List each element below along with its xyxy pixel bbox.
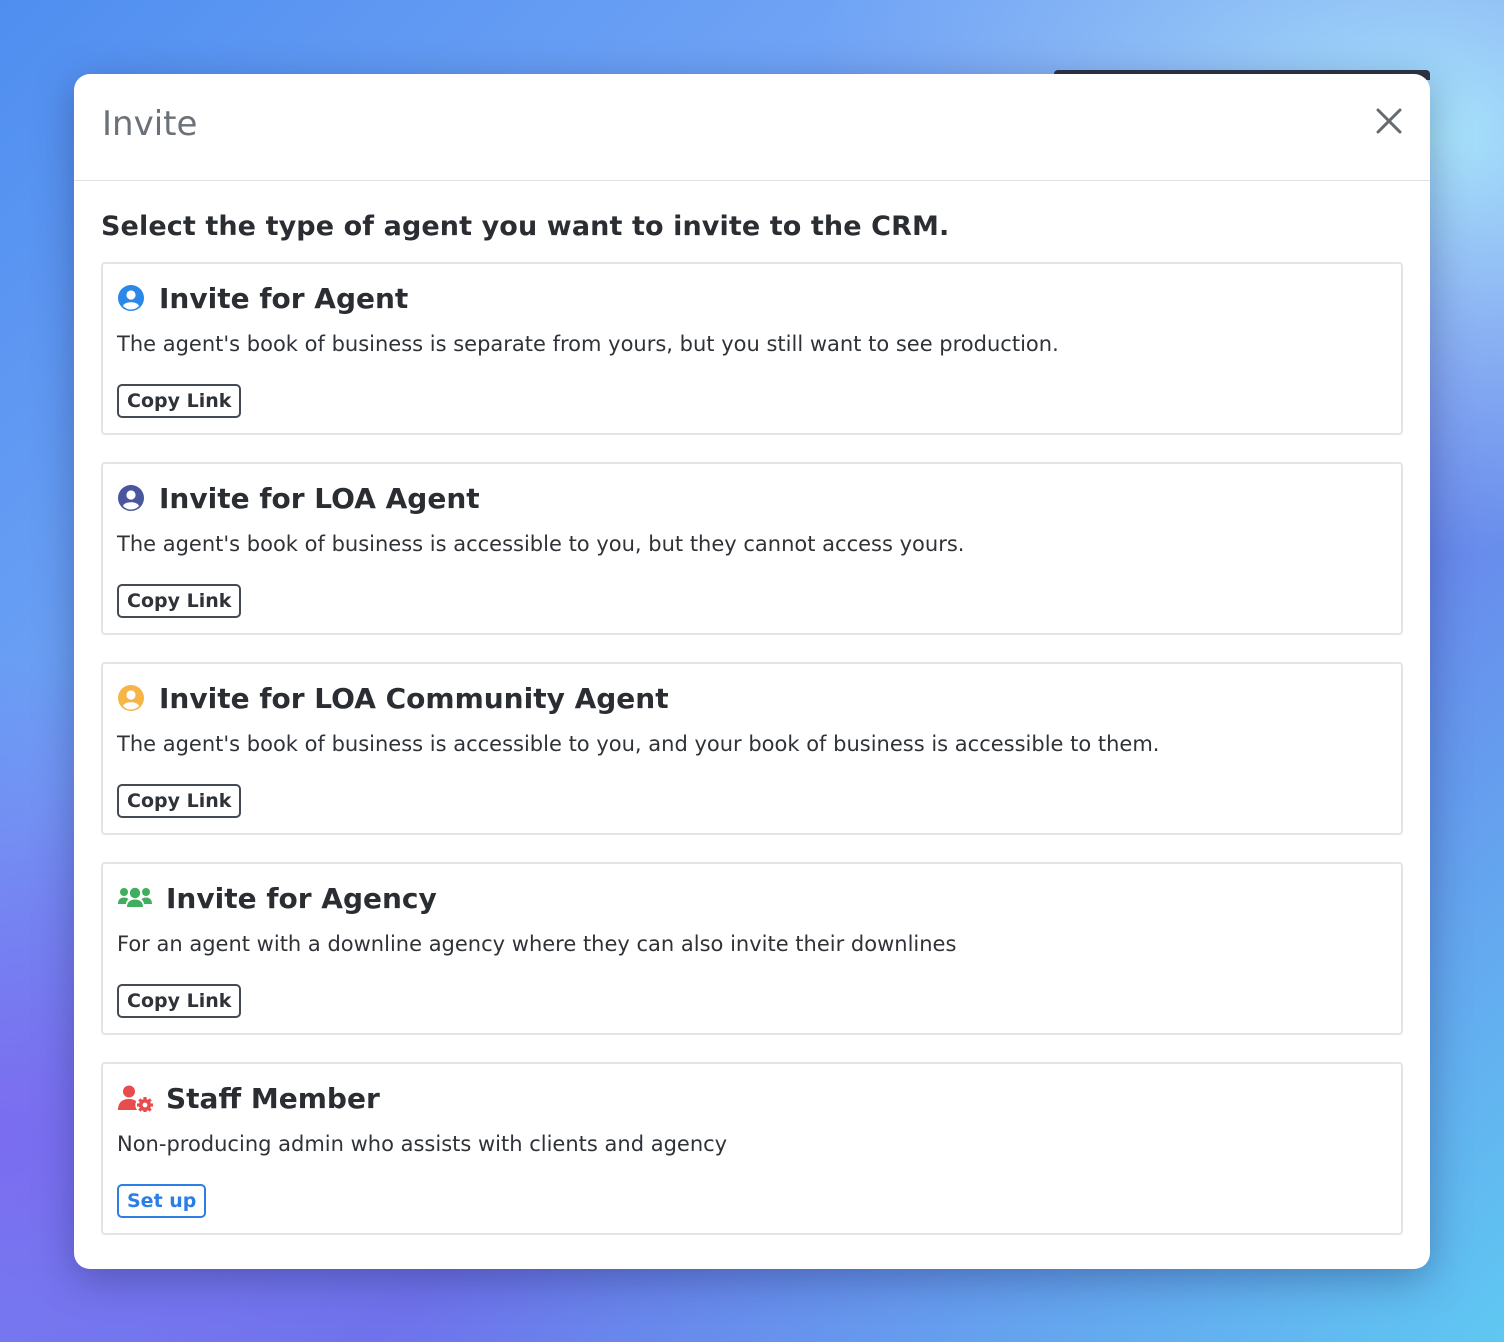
card-title: Invite for LOA Agent — [159, 481, 480, 515]
card-description: Non-producing admin who assists with cli… — [117, 1132, 728, 1156]
card-invite-loa-community-agent: Invite for LOA Community Agent The agent… — [101, 662, 1403, 835]
card-description: For an agent with a downline agency wher… — [117, 932, 957, 956]
card-title: Staff Member — [166, 1081, 380, 1115]
card-title: Invite for Agency — [166, 881, 437, 915]
modal-title: Invite — [102, 104, 198, 144]
user-circle-icon — [118, 485, 144, 511]
modal-header: Invite — [74, 74, 1430, 181]
card-description: The agent's book of business is accessib… — [117, 732, 1160, 756]
card-invite-loa-agent: Invite for LOA Agent The agent's book of… — [101, 462, 1403, 635]
card-description: The agent's book of business is accessib… — [117, 532, 965, 556]
close-icon — [1376, 108, 1402, 134]
invite-modal: Invite Select the type of agent you want… — [74, 74, 1430, 1269]
copy-link-button[interactable]: Copy Link — [117, 984, 242, 1018]
card-title: Invite for LOA Community Agent — [159, 681, 669, 715]
user-circle-icon — [118, 685, 144, 711]
copy-link-button[interactable]: Copy Link — [117, 384, 242, 418]
user-gear-icon — [118, 1085, 153, 1112]
copy-link-button[interactable]: Copy Link — [117, 584, 242, 618]
card-invite-agency: Invite for Agency For an agent with a do… — [101, 862, 1403, 1035]
card-description: The agent's book of business is separate… — [117, 332, 1059, 356]
users-group-icon — [118, 887, 152, 907]
close-button[interactable] — [1374, 106, 1404, 136]
card-staff-member: Staff Member Non-producing admin who ass… — [101, 1062, 1403, 1235]
intro-text: Select the type of agent you want to inv… — [101, 211, 950, 242]
card-invite-agent: Invite for Agent The agent's book of bus… — [101, 262, 1403, 435]
modal-body: Select the type of agent you want to inv… — [74, 181, 1430, 1235]
set-up-button[interactable]: Set up — [117, 1184, 207, 1218]
card-title: Invite for Agent — [159, 281, 409, 315]
user-circle-icon — [118, 285, 144, 311]
copy-link-button[interactable]: Copy Link — [117, 784, 242, 818]
